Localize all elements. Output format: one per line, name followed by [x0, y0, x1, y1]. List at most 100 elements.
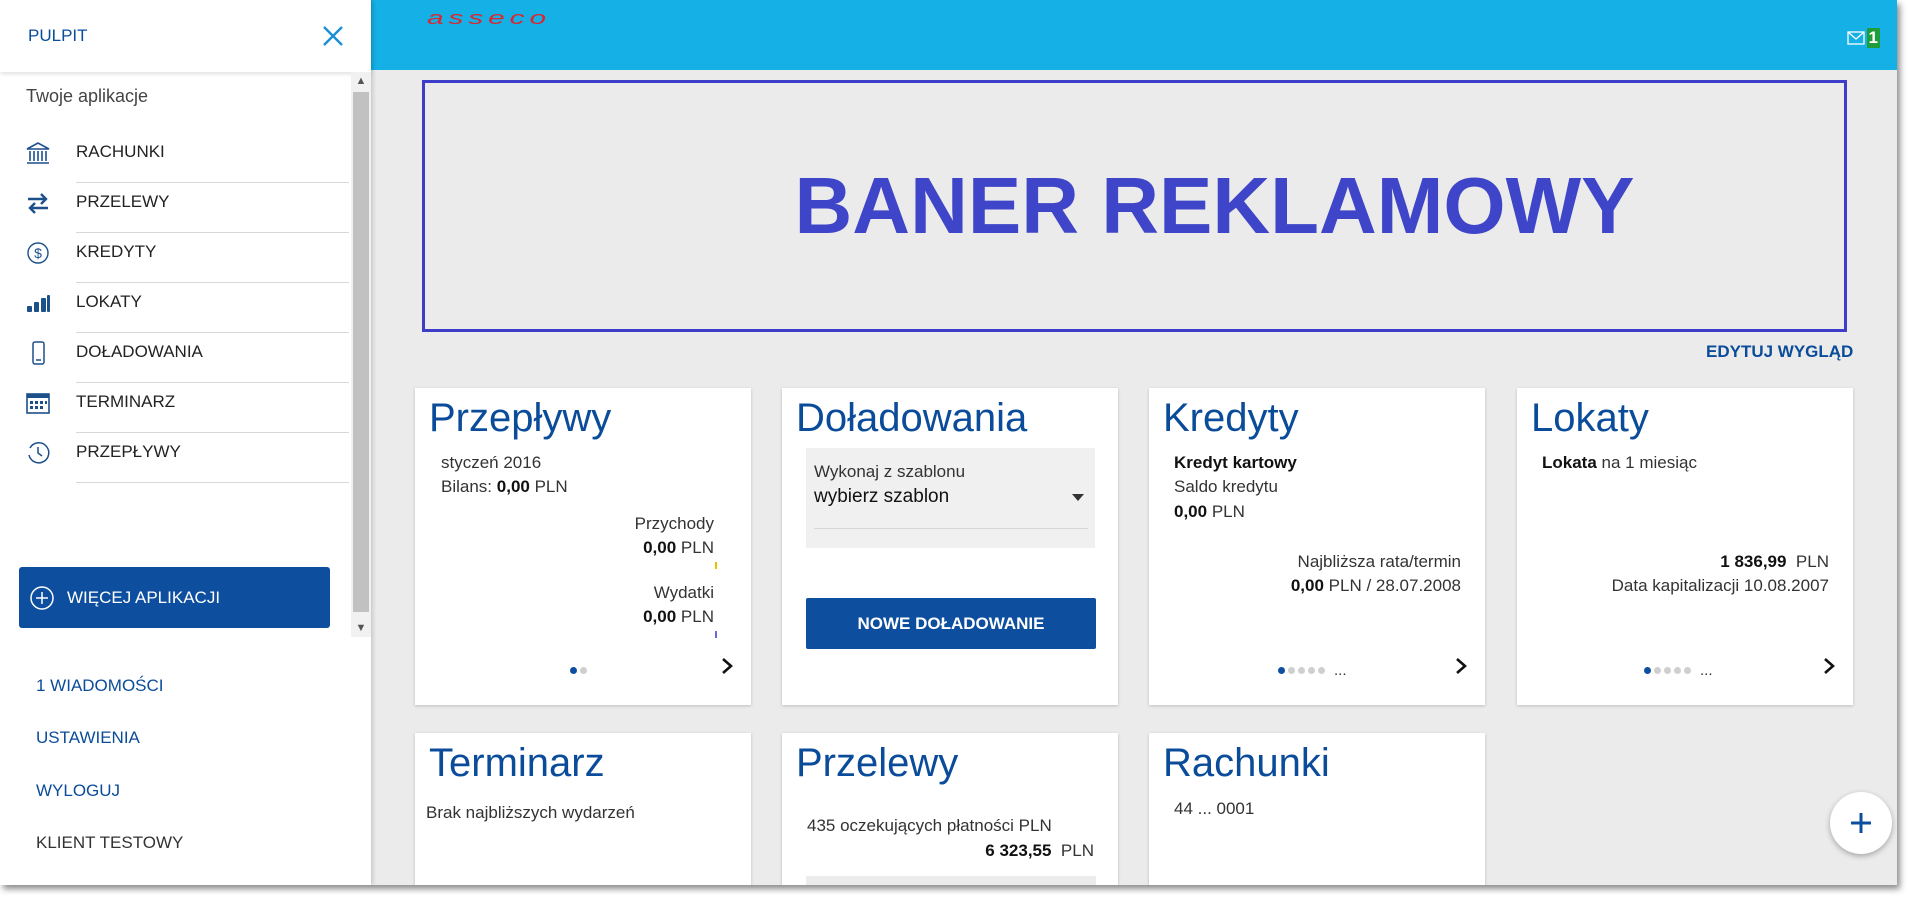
pager-dot[interactable] [1674, 667, 1681, 674]
pager-dot[interactable] [1288, 667, 1295, 674]
credit-saldo: 0,00 PLN [1174, 502, 1245, 522]
scroll-down-icon[interactable]: ▼ [351, 619, 371, 637]
widget-title: Doładowania [796, 396, 1028, 440]
credit-saldo-label: Saldo kredytu [1174, 477, 1278, 496]
deposit-amount-value: 1 836,99 [1720, 552, 1787, 571]
pager-dot[interactable] [1278, 667, 1285, 674]
settings-link[interactable]: USTAWIENIA [36, 728, 140, 748]
asseco-logo: asseco [427, 8, 553, 33]
sidebar-header: PULPIT [0, 0, 371, 72]
widget-przelewy: Przelewy 435 oczekujących płatności PLN … [782, 733, 1118, 885]
messages-indicator[interactable]: 1 [1846, 28, 1880, 48]
plus-circle-icon [30, 585, 54, 610]
pager-dot[interactable] [1644, 667, 1651, 674]
expense-amount: 0,00 PLN [643, 607, 714, 627]
banner-text: BANER REKLAMOWY [794, 161, 1635, 250]
envelope-icon [1846, 31, 1865, 45]
widget-przeplywy: Przepływy styczeń 2016 Bilans: 0,00 PLN … [415, 388, 751, 705]
flow-month: styczeń 2016 [441, 453, 542, 472]
app-window: PULPIT Twoje aplikacje RACHUNKI PRZELEWY [0, 0, 1897, 885]
pager-dot[interactable] [1654, 667, 1661, 674]
pager-more: ... [1700, 662, 1713, 679]
deposit-name: Lokata na 1 miesiąc [1542, 453, 1697, 473]
pager-dot[interactable] [580, 667, 587, 674]
chevron-right-icon[interactable] [717, 656, 737, 676]
income-amount: 0,00 PLN [643, 538, 714, 558]
credit-name: Kredyt kartowy [1174, 453, 1297, 472]
transfer-list-row[interactable] [806, 876, 1096, 885]
chevron-right-icon[interactable] [1819, 656, 1839, 676]
sidebar-menu: PULPIT Twoje aplikacje RACHUNKI PRZELEWY [0, 0, 371, 885]
top-bar: asseco 1 [371, 0, 1897, 70]
next-installment-date: PLN / 28.07.2008 [1328, 576, 1461, 595]
sidebar-item-label: PRZEPŁYWY [76, 422, 349, 483]
template-select[interactable]: Wykonaj z szablonu wybierz szablon [806, 448, 1095, 548]
template-value: wybierz szablon [814, 486, 950, 507]
pager-dot[interactable] [1664, 667, 1671, 674]
widget-lokaty: Lokaty Lokata na 1 miesiąc 1 836,99 PLN … [1517, 388, 1853, 705]
capitalization-date: Data kapitalizacji 10.08.2007 [1611, 576, 1829, 595]
more-apps-button[interactable]: WIĘCEJ APLIKACJI [19, 567, 330, 628]
credit-saldo-value: 0,00 [1174, 502, 1208, 521]
add-widget-button[interactable] [1830, 792, 1892, 854]
deposit-name-bold: Lokata [1542, 453, 1597, 472]
pending-amount: 6 323,55 PLN [985, 841, 1094, 861]
clock-flow-icon [0, 440, 76, 466]
balance-label: Bilans: [441, 477, 493, 496]
expense-value: 0,00 [643, 607, 677, 626]
widget-title: Kredyty [1163, 396, 1299, 440]
dropdown-caret-icon [1072, 494, 1084, 501]
messages-link[interactable]: 1 WIADOMOŚCI [36, 676, 164, 696]
new-topup-button[interactable]: NOWE DOŁADOWANIE [806, 598, 1096, 649]
credit-saldo-currency: PLN [1211, 502, 1245, 521]
expense-label: Wydatki [653, 583, 714, 602]
pending-currency: PLN [1060, 841, 1094, 860]
more-apps-label: WIĘCEJ APLIKACJI [67, 587, 221, 607]
widget-terminarz: Terminarz Brak najbliższych wydarzeń [415, 733, 751, 885]
edit-layout-link[interactable]: EDYTUJ WYGLĄD [1706, 342, 1853, 362]
widget-title: Przepływy [429, 396, 612, 440]
balance-value: 0,00 [496, 477, 530, 496]
ad-banner[interactable]: BANER REKLAMOWY [422, 80, 1847, 332]
pager-dot[interactable] [1308, 667, 1315, 674]
pager-more: ... [1334, 662, 1347, 679]
balance-currency: PLN [534, 477, 568, 496]
widget-doladowania: Doładowania Wykonaj z szablonu wybierz s… [782, 388, 1118, 705]
account-number: 44 ... 0001 [1174, 799, 1255, 818]
plus-icon [1851, 813, 1871, 833]
income-currency: PLN [680, 538, 714, 557]
widget-title: Przelewy [796, 741, 959, 785]
flow-balance: Bilans: 0,00 PLN [441, 477, 568, 497]
pager-dots[interactable]: ... [1278, 662, 1347, 679]
scrollbar-thumb[interactable] [353, 92, 369, 612]
sidebar-item-przeplywy[interactable]: PRZEPŁYWY [0, 422, 351, 483]
transfer-arrows-icon [0, 190, 76, 216]
widget-rachunki: Rachunki 44 ... 0001 [1149, 733, 1485, 885]
deposit-name-rest: na 1 miesiąc [1601, 453, 1697, 472]
deposit-currency: PLN [1795, 552, 1829, 571]
pager-dot[interactable] [1684, 667, 1691, 674]
pager-dot[interactable] [570, 667, 577, 674]
messages-count-badge: 1 [1866, 28, 1880, 48]
widget-kredyty: Kredyty Kredyt kartowy Saldo kredytu 0,0… [1149, 388, 1485, 705]
next-installment: 0,00 PLN / 28.07.2008 [1291, 576, 1461, 596]
widget-title: Terminarz [429, 741, 605, 785]
close-icon[interactable] [321, 24, 345, 48]
svg-text:$: $ [34, 245, 42, 261]
coins-stack-icon [0, 290, 76, 316]
svg-text:asseco: asseco [427, 12, 551, 28]
scroll-up-icon[interactable]: ▲ [351, 72, 371, 90]
pending-amount-value: 6 323,55 [985, 841, 1052, 860]
pager-dot[interactable] [1318, 667, 1325, 674]
sidebar-scrollbar[interactable]: ▲ ▼ [351, 72, 371, 637]
pager-dots[interactable]: ... [1644, 662, 1713, 679]
client-name: KLIENT TESTOWY [36, 833, 184, 852]
pager-dot[interactable] [1298, 667, 1305, 674]
next-installment-value: 0,00 [1290, 576, 1324, 595]
income-label: Przychody [634, 514, 714, 533]
logout-link[interactable]: WYLOGUJ [36, 781, 120, 801]
calendar-icon [0, 390, 76, 416]
pager-dots[interactable] [570, 667, 587, 674]
deposit-amount: 1 836,99 PLN [1720, 552, 1829, 572]
chevron-right-icon[interactable] [1451, 656, 1471, 676]
